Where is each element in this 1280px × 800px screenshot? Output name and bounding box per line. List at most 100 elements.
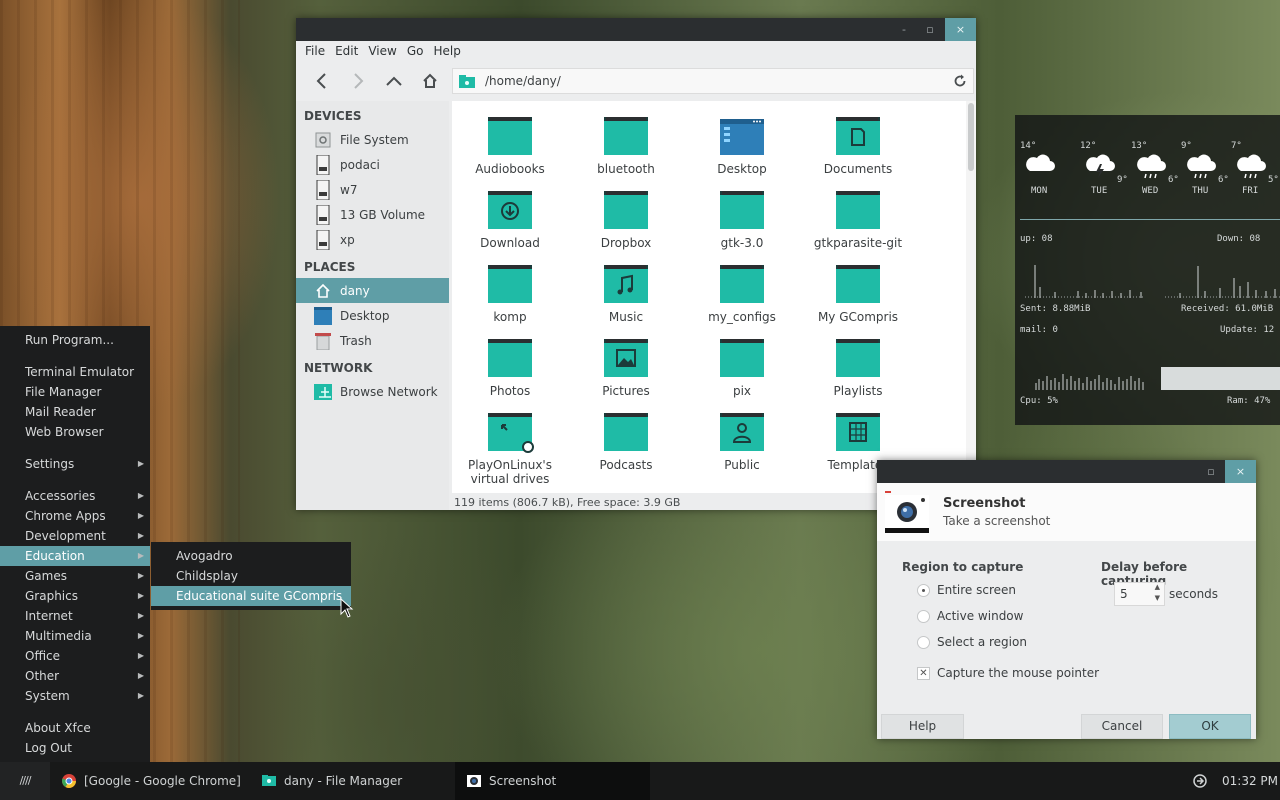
home-button[interactable] — [412, 66, 448, 96]
task-label: dany - File Manager — [284, 774, 403, 788]
task-screenshot[interactable]: Screenshot — [455, 762, 650, 800]
menu-item-settings[interactable]: Settings ▶ — [0, 454, 150, 474]
sidebar-item-trash[interactable]: Trash — [296, 328, 449, 353]
help-button[interactable]: Help — [881, 714, 964, 739]
file-item[interactable]: Public — [684, 413, 800, 472]
menu-item-development[interactable]: Development ▶ — [0, 526, 150, 546]
menu-item-web-browser[interactable]: Web Browser — [0, 422, 150, 442]
sidebar-item-dany[interactable]: dany — [296, 278, 449, 303]
menu-item-mail-reader[interactable]: Mail Reader — [0, 402, 150, 422]
file-item[interactable]: Music — [568, 265, 684, 324]
delay-spinbutton[interactable]: 5 ▲ ▼ — [1114, 582, 1165, 606]
location-bar[interactable]: /home/dany/ — [452, 68, 974, 94]
back-button[interactable] — [304, 66, 340, 96]
file-item[interactable]: Pictures — [568, 339, 684, 398]
file-item[interactable]: Documents — [800, 117, 916, 176]
parent-folder-button[interactable] — [376, 66, 412, 96]
increment-arrow-icon[interactable]: ▲ — [1155, 583, 1160, 591]
menu-view[interactable]: View — [363, 41, 401, 61]
scrollbar-thumb[interactable] — [968, 103, 974, 171]
maximize-button[interactable]: ▫ — [916, 18, 944, 41]
task-label: [Google - Google Chrome] — [84, 774, 241, 788]
menu-item-multimedia[interactable]: Multimedia ▶ — [0, 626, 150, 646]
file-item[interactable]: bluetooth — [568, 117, 684, 176]
public-folder-icon — [720, 413, 764, 451]
menu-item-office[interactable]: Office ▶ — [0, 646, 150, 666]
radio-active-window[interactable]: Active window — [917, 609, 1023, 623]
sidebar-item-podaci[interactable]: podaci — [296, 152, 449, 177]
menu-item-games[interactable]: Games ▶ — [0, 566, 150, 586]
submenu-item[interactable]: Educational suite GCompris — [151, 586, 351, 606]
cancel-button[interactable]: Cancel — [1081, 714, 1163, 739]
menu-file[interactable]: File — [300, 41, 330, 61]
sidebar-item-file-system[interactable]: File System — [296, 127, 449, 152]
file-item[interactable]: My GCompris — [800, 265, 916, 324]
reload-icon[interactable] — [953, 74, 967, 88]
file-item[interactable]: Playlists — [800, 339, 916, 398]
menu-item-about-xfce[interactable]: About Xfce — [0, 718, 150, 738]
menu-item-log-out[interactable]: Log Out — [0, 738, 150, 758]
menu-item-run-program[interactable]: Run Program... — [0, 330, 150, 350]
menu-help[interactable]: Help — [428, 41, 465, 61]
capture-pointer-checkbox[interactable]: ✕ Capture the mouse pointer — [917, 666, 1099, 680]
conky-divider — [1020, 219, 1280, 220]
conky-sent: Sent: 8.88MiB — [1020, 304, 1091, 314]
menu-item-label: Education — [25, 549, 85, 563]
submenu-item[interactable]: Childsplay — [151, 566, 351, 586]
menu-item-label: About Xfce — [25, 721, 91, 735]
maximize-button[interactable]: ▫ — [1197, 460, 1225, 483]
network-status-icon[interactable] — [1193, 774, 1207, 788]
menu-item-education[interactable]: Education ▶ — [0, 546, 150, 566]
menu-item-label: Mail Reader — [25, 405, 96, 419]
file-item[interactable]: PlayOnLinux's virtual drives — [452, 413, 568, 486]
ok-button[interactable]: OK — [1169, 714, 1251, 739]
file-item[interactable]: Download — [452, 191, 568, 250]
task-file-manager[interactable]: dany - File Manager — [250, 762, 455, 800]
menu-item-graphics[interactable]: Graphics ▶ — [0, 586, 150, 606]
file-item[interactable]: gtkparasite-git — [800, 191, 916, 250]
sidebar-item-label: Browse Network — [340, 384, 438, 399]
folder-icon — [836, 339, 880, 377]
sidebar-item-xp[interactable]: xp — [296, 227, 449, 252]
radio-entire-screen[interactable]: Entire screen — [917, 583, 1016, 597]
menu-go[interactable]: Go — [402, 41, 429, 61]
scrollbar[interactable] — [966, 101, 976, 493]
menu-item-file-manager[interactable]: File Manager — [0, 382, 150, 402]
forward-button[interactable] — [340, 66, 376, 96]
window-titlebar[interactable]: - ▫ × — [296, 18, 976, 41]
menu-item-terminal-emulator[interactable]: Terminal Emulator — [0, 362, 150, 382]
menu-item-internet[interactable]: Internet ▶ — [0, 606, 150, 626]
close-button[interactable]: × — [1225, 460, 1256, 483]
task-chrome[interactable]: [Google - Google Chrome] — [50, 762, 250, 800]
sidebar-item-browse-network[interactable]: Browse Network — [296, 379, 449, 404]
drive-icon — [314, 131, 332, 149]
file-item[interactable]: Audiobooks — [452, 117, 568, 176]
menu-item-other[interactable]: Other ▶ — [0, 666, 150, 686]
file-item[interactable]: Podcasts — [568, 413, 684, 472]
forward-arrow-icon — [354, 73, 364, 89]
file-item[interactable]: pix — [684, 339, 800, 398]
sidebar-item-w7[interactable]: w7 — [296, 177, 449, 202]
menu-edit[interactable]: Edit — [330, 41, 363, 61]
sidebar-item-desktop[interactable]: Desktop — [296, 303, 449, 328]
decrement-arrow-icon[interactable]: ▼ — [1155, 594, 1160, 602]
file-item[interactable]: Desktop — [684, 117, 800, 176]
file-item[interactable]: Photos — [452, 339, 568, 398]
submenu-item[interactable]: Avogadro — [151, 546, 351, 566]
sidebar-item-13gb-volume[interactable]: 13 GB Volume — [296, 202, 449, 227]
clock[interactable]: 01:32 PM — [1222, 774, 1278, 788]
close-button[interactable]: × — [945, 18, 976, 41]
sidebar: DEVICES File System podaci w7 13 GB Volu… — [296, 101, 449, 510]
file-item[interactable]: my_configs — [684, 265, 800, 324]
dialog-titlebar[interactable]: ▫ × — [877, 460, 1256, 483]
file-item-label: Music — [608, 310, 644, 324]
menu-item-accessories[interactable]: Accessories ▶ — [0, 486, 150, 506]
file-item[interactable]: Dropbox — [568, 191, 684, 250]
whisker-menu-button[interactable]: //// — [0, 762, 50, 800]
file-item[interactable]: komp — [452, 265, 568, 324]
file-item[interactable]: gtk-3.0 — [684, 191, 800, 250]
menu-item-chrome-apps[interactable]: Chrome Apps ▶ — [0, 506, 150, 526]
minimize-button[interactable]: - — [890, 18, 918, 41]
menu-item-system[interactable]: System ▶ — [0, 686, 150, 706]
radio-select-region[interactable]: Select a region — [917, 635, 1027, 649]
